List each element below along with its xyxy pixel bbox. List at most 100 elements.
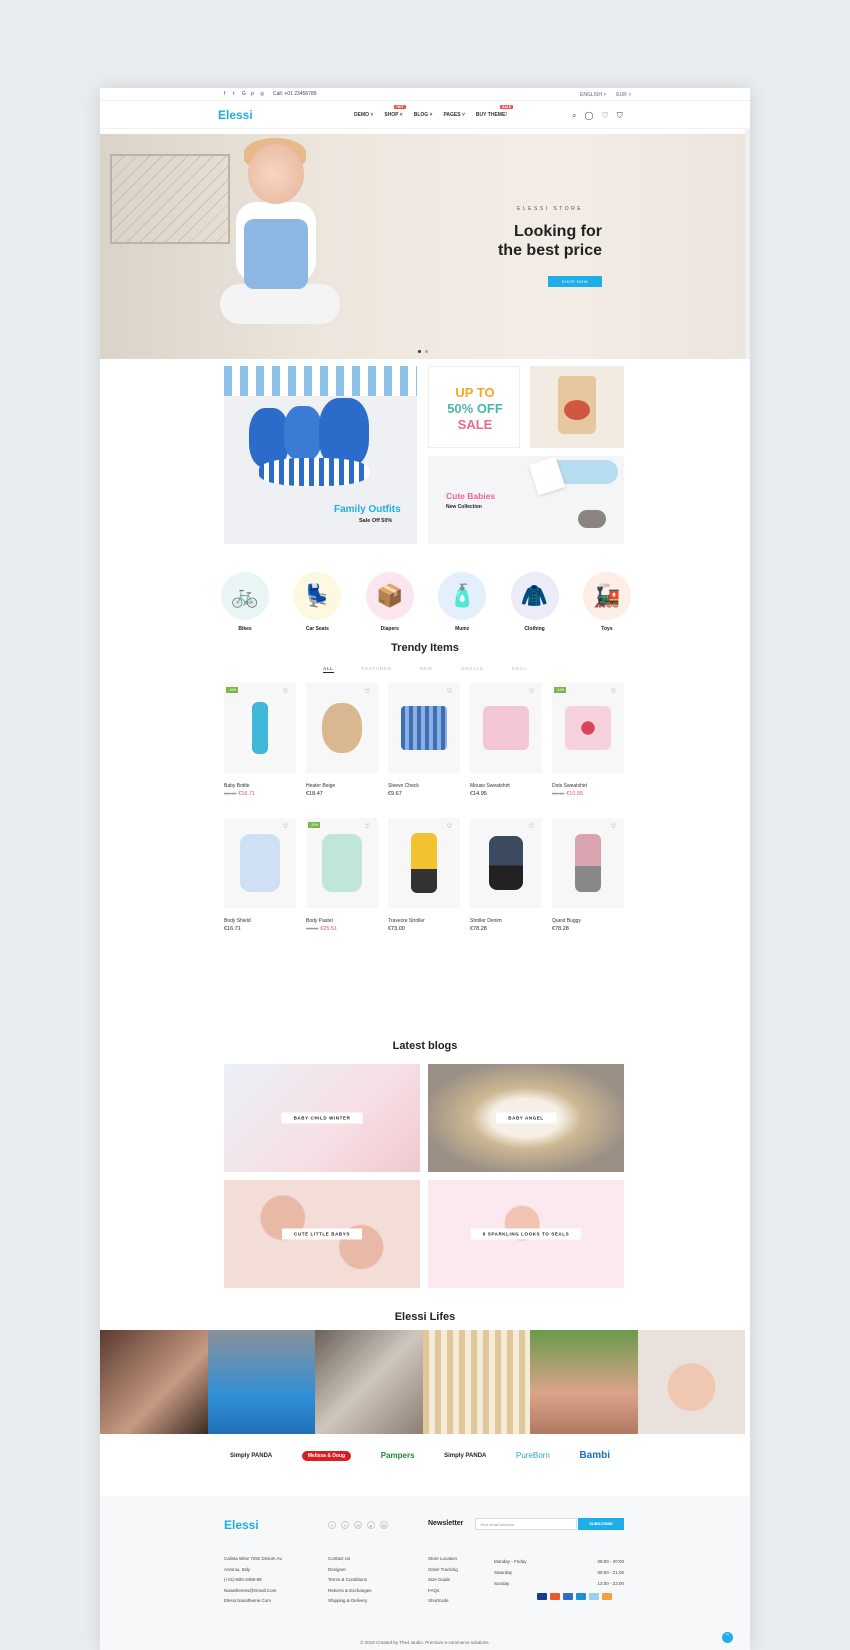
category-clothing[interactable]: 🧥 Clothing: [506, 572, 564, 632]
tab-featured[interactable]: FEATURED: [362, 666, 392, 673]
gallery-image[interactable]: [637, 1330, 745, 1434]
product-name[interactable]: Dots Sweatshirt: [552, 783, 624, 789]
wishlist-heart-icon[interactable]: ♡: [365, 688, 370, 695]
footer-link[interactable]: Store Location: [428, 1554, 458, 1565]
nav-item-blog[interactable]: BLOG ˅: [414, 112, 433, 118]
product-image[interactable]: ♡: [388, 683, 460, 773]
wishlist-heart-icon[interactable]: ♡: [529, 823, 534, 830]
scrollbar[interactable]: [745, 129, 750, 359]
product-name[interactable]: Body Shield: [224, 918, 296, 924]
wishlist-icon[interactable]: ♡: [601, 111, 608, 121]
google-plus-icon[interactable]: G: [354, 1521, 362, 1529]
gallery-image[interactable]: [315, 1330, 423, 1434]
twitter-icon[interactable]: t: [233, 92, 238, 97]
product-name[interactable]: Heater Beige: [306, 783, 378, 789]
category-car-seats[interactable]: 💺 Car Seats: [288, 572, 346, 632]
pinterest-icon[interactable]: p: [251, 92, 256, 97]
blog-title[interactable]: 6 SPARKLING LOOKS TO SEALS: [470, 1228, 582, 1240]
blog-card[interactable]: BABY ANGEL: [428, 1064, 624, 1172]
product-name[interactable]: Mouse Sweatshirt: [470, 783, 542, 789]
category-bikes[interactable]: 🚲 Bikes: [216, 572, 274, 632]
instagram-icon[interactable]: ◎: [380, 1521, 388, 1529]
brand-logo[interactable]: Simply PANDA: [444, 1453, 486, 1459]
cart-icon[interactable]: ⛉: [617, 111, 623, 121]
nav-item-buy-theme[interactable]: BUY THEME! SALE: [476, 105, 514, 118]
category-toys[interactable]: 🚂 Toys: [578, 572, 636, 632]
footer-link[interactable]: Shipping & Delivery: [328, 1596, 372, 1607]
banner-snack[interactable]: [530, 366, 624, 448]
product-image[interactable]: ♡: [224, 818, 296, 908]
category-mumz[interactable]: 🧴 Mumz: [433, 572, 491, 632]
product-card[interactable]: ♡ Heater Beige €18.47: [306, 683, 378, 797]
back-to-top-icon[interactable]: ⌃: [722, 1632, 733, 1643]
slider-dots[interactable]: [418, 350, 428, 353]
product-image[interactable]: ♡: [552, 818, 624, 908]
tab-onsale[interactable]: ONSALE: [461, 666, 484, 673]
wishlist-heart-icon[interactable]: ♡: [283, 688, 288, 695]
brand-logo[interactable]: Bambi: [579, 1450, 610, 1461]
footer-link[interactable]: FAQs: [428, 1586, 458, 1597]
product-name[interactable]: Baby Bottle: [224, 783, 296, 789]
product-image[interactable]: -16% ♡: [224, 683, 296, 773]
brand-logo[interactable]: Melissa & Doug: [301, 1450, 352, 1461]
product-name[interactable]: Stroller Denim: [470, 918, 542, 924]
product-card[interactable]: ♡ Sleeve Check €9.67: [388, 683, 460, 797]
blog-title[interactable]: CUTE LITTLE BABYS: [282, 1228, 362, 1240]
language-select[interactable]: ENGLISH ˅: [580, 92, 606, 98]
product-name[interactable]: Traverze Stroller: [388, 918, 460, 924]
product-image[interactable]: ♡: [306, 683, 378, 773]
nav-item-demo[interactable]: DEMO ˅: [354, 112, 373, 118]
currency-select[interactable]: EUR ˅: [616, 92, 631, 98]
product-card[interactable]: -16% ♡ Baby Bottle €20.00 €16.71: [224, 683, 296, 797]
footer-link[interactable]: Contact Us: [328, 1554, 372, 1565]
search-icon[interactable]: ⌕: [572, 111, 576, 121]
product-image[interactable]: ♡: [470, 683, 542, 773]
footer-link[interactable]: Returns & Exchanges: [328, 1586, 372, 1597]
product-image[interactable]: -34% ♡: [552, 683, 624, 773]
footer-logo[interactable]: Elessi: [224, 1518, 259, 1532]
footer-link[interactable]: Size Guide: [428, 1575, 458, 1586]
brand-logo[interactable]: PureBorn: [516, 1451, 550, 1460]
blog-card[interactable]: BABY CHILD WINTER: [224, 1064, 420, 1172]
user-icon[interactable]: ◯: [584, 111, 593, 121]
pinterest-icon[interactable]: p: [367, 1521, 375, 1529]
product-card[interactable]: ♡ Stroller Denim €78.28: [470, 818, 542, 932]
wishlist-heart-icon[interactable]: ♡: [365, 823, 370, 830]
gallery-image[interactable]: [100, 1330, 208, 1434]
footer-link[interactable]: Order Tracking: [428, 1565, 458, 1576]
email-field[interactable]: Your email address: [475, 1518, 577, 1530]
wishlist-heart-icon[interactable]: ♡: [283, 823, 288, 830]
tab-deal[interactable]: DEAL: [512, 666, 527, 673]
product-name[interactable]: Body Pastel: [306, 918, 378, 924]
wishlist-heart-icon[interactable]: ♡: [447, 823, 452, 830]
wishlist-heart-icon[interactable]: ♡: [611, 823, 616, 830]
nav-item-pages[interactable]: PAGES ˅: [443, 112, 464, 118]
brand-logo[interactable]: Simply PANDA: [230, 1453, 272, 1459]
shop-now-button[interactable]: SHOP NOW: [548, 276, 602, 287]
brand-logo[interactable]: Pampers: [381, 1451, 415, 1460]
product-card[interactable]: -15% ♡ Body Pastel €30.16 €25.51: [306, 818, 378, 932]
subscribe-button[interactable]: SUBSCRIBE: [578, 1518, 624, 1530]
footer-link[interactable]: Shortcode: [428, 1596, 458, 1607]
product-name[interactable]: Quest Buggy: [552, 918, 624, 924]
gallery-image[interactable]: [530, 1330, 638, 1434]
banner-sale[interactable]: UP TO 50% OFF SALE: [428, 366, 520, 448]
banner-cute-babies[interactable]: Cute Babies New Collection: [428, 456, 624, 544]
product-card[interactable]: ♡ Body Shield €16.71: [224, 818, 296, 932]
product-card[interactable]: -34% ♡ Dots Sweatshirt €15.89 €10.55: [552, 683, 624, 797]
facebook-icon[interactable]: f: [224, 92, 229, 97]
banner-family-outfits[interactable]: Family Outfits Sale Off 50%: [224, 366, 417, 544]
wishlist-heart-icon[interactable]: ♡: [611, 688, 616, 695]
product-card[interactable]: ♡ Traverze Stroller €73.00: [388, 818, 460, 932]
twitter-icon[interactable]: t: [341, 1521, 349, 1529]
footer-link[interactable]: Terms & Conditions: [328, 1575, 372, 1586]
product-name[interactable]: Sleeve Check: [388, 783, 460, 789]
product-card[interactable]: ♡ Mouse Sweatshirt €14.95: [470, 683, 542, 797]
product-card[interactable]: ♡ Quest Buggy €78.28: [552, 818, 624, 932]
logo[interactable]: Elessi: [218, 108, 253, 122]
tab-all[interactable]: ALL: [323, 666, 334, 673]
blog-title[interactable]: BABY ANGEL: [496, 1112, 556, 1124]
product-image[interactable]: ♡: [470, 818, 542, 908]
blog-card[interactable]: 6 SPARKLING LOOKS TO SEALS: [428, 1180, 624, 1288]
product-image[interactable]: -15% ♡: [306, 818, 378, 908]
